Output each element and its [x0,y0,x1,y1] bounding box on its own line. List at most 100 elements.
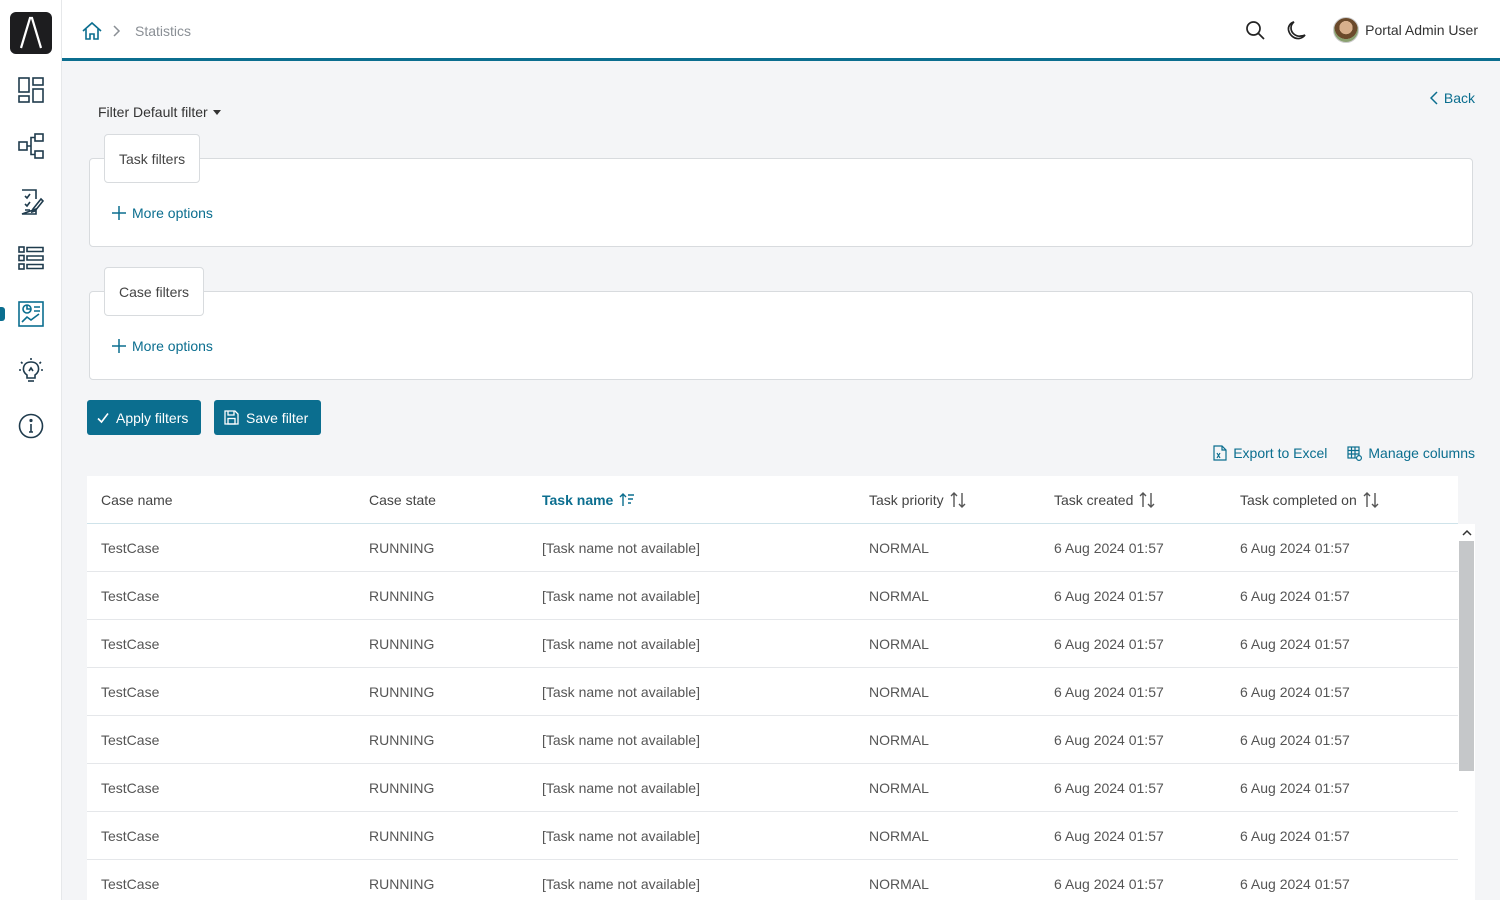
cell-case-name: TestCase [101,588,160,604]
table-row[interactable]: TestCase RUNNING [Task name not availabl… [87,812,1458,860]
header-task-completed[interactable]: Task completed on [1240,476,1379,524]
cell-case-name: TestCase [101,732,160,748]
dark-mode-toggle[interactable] [1285,18,1309,42]
save-filter-label: Save filter [246,409,309,426]
avatar[interactable] [1333,17,1360,43]
lightbulb-icon [19,358,43,382]
search-icon [1246,21,1265,40]
table-row[interactable]: TestCase RUNNING [Task name not availabl… [87,572,1458,620]
apply-filters-button[interactable]: Apply filters [87,400,202,435]
cell-task-created: 6 Aug 2024 01:57 [1054,828,1164,844]
back-link[interactable]: Back [1429,90,1475,106]
sidebar-item-processes[interactable] [0,124,62,168]
check-icon [97,412,109,423]
cell-task-priority: NORMAL [869,636,929,652]
header-task-priority[interactable]: Task priority [869,476,966,524]
cell-task-created: 6 Aug 2024 01:57 [1054,636,1164,652]
sort-icon [1139,492,1155,508]
sidebar-item-cases[interactable] [0,236,62,280]
header-task-name-label: Task name [542,492,614,508]
excel-file-icon [1213,445,1227,461]
sidebar-item-about[interactable] [0,404,62,448]
cell-case-name: TestCase [101,780,160,796]
cell-case-state: RUNNING [369,588,435,604]
header-case-state[interactable]: Case state [369,476,436,524]
top-bar: Statistics Portal Admin User [62,0,1500,61]
sidebar-item-ideas[interactable] [0,348,62,392]
cell-task-name: [Task name not available] [542,828,700,844]
user-name[interactable]: Portal Admin User [1365,22,1478,38]
cell-task-name: [Task name not available] [542,636,700,652]
cell-task-priority: NORMAL [869,684,929,700]
columns-icon [1347,445,1363,461]
cell-task-name: [Task name not available] [542,780,700,796]
cell-task-created: 6 Aug 2024 01:57 [1054,876,1164,892]
cell-task-priority: NORMAL [869,588,929,604]
cell-task-completed: 6 Aug 2024 01:57 [1240,684,1350,700]
manage-columns-button[interactable]: Manage columns [1347,445,1475,461]
cell-task-name: [Task name not available] [542,540,700,556]
cell-task-completed: 6 Aug 2024 01:57 [1240,732,1350,748]
cell-task-name: [Task name not available] [542,588,700,604]
scroll-thumb[interactable] [1459,541,1474,771]
cell-task-completed: 6 Aug 2024 01:57 [1240,588,1350,604]
cell-task-created: 6 Aug 2024 01:57 [1054,540,1164,556]
search-button[interactable] [1243,18,1267,42]
sort-icon [950,492,966,508]
task-more-options-link[interactable]: More options [112,205,213,221]
home-icon[interactable] [81,20,103,42]
save-filter-button[interactable]: Save filter [214,400,322,435]
breadcrumb: Statistics [81,20,191,42]
export-excel-label: Export to Excel [1233,445,1328,461]
cell-task-completed: 6 Aug 2024 01:57 [1240,540,1350,556]
sidebar-item-statistics[interactable] [0,292,62,336]
header-task-created[interactable]: Task created [1054,476,1155,524]
table-row[interactable]: TestCase RUNNING [Task name not availabl… [87,620,1458,668]
manage-columns-label: Manage columns [1368,445,1475,461]
logo[interactable] [10,12,52,54]
apply-filters-label: Apply filters [116,409,189,426]
cell-case-state: RUNNING [369,540,435,556]
case-list-icon [18,246,44,270]
header-task-name[interactable]: Task name [542,476,635,524]
save-icon [224,410,239,425]
plus-icon [112,339,126,353]
cell-case-state: RUNNING [369,828,435,844]
filter-selector[interactable]: Filter Default filter [98,104,222,120]
task-more-options-label: More options [132,205,213,221]
sidebar-item-dashboard[interactable] [0,68,62,112]
cell-case-name: TestCase [101,828,160,844]
header-task-created-label: Task created [1054,492,1134,508]
cell-case-name: TestCase [101,540,160,556]
sidebar-item-tasks[interactable] [0,180,62,224]
table-row[interactable]: TestCase RUNNING [Task name not availabl… [87,716,1458,764]
cell-task-priority: NORMAL [869,780,929,796]
table-row[interactable]: TestCase RUNNING [Task name not availabl… [87,764,1458,812]
table-row[interactable]: TestCase RUNNING [Task name not availabl… [87,668,1458,716]
info-icon [18,413,44,439]
statistics-table: Case name Case state Task name Task prio… [87,476,1458,900]
cell-case-state: RUNNING [369,732,435,748]
logo-icon [19,16,43,49]
cell-case-name: TestCase [101,684,160,700]
header-case-name[interactable]: Case name [101,476,173,524]
sort-ascending-icon [619,493,635,506]
case-more-options-label: More options [132,338,213,354]
breadcrumb-current: Statistics [135,23,192,39]
dashboard-icon [18,77,44,103]
chevron-up-icon [1461,529,1472,536]
cell-task-priority: NORMAL [869,732,929,748]
cell-task-completed: 6 Aug 2024 01:57 [1240,636,1350,652]
back-label: Back [1443,90,1475,106]
chevron-left-icon [1429,91,1438,105]
scroll-up-button[interactable] [1458,524,1475,541]
export-excel-button[interactable]: Export to Excel [1213,445,1327,461]
cell-task-created: 6 Aug 2024 01:57 [1054,732,1164,748]
table-scrollbar[interactable] [1458,524,1475,900]
table-row[interactable]: TestCase RUNNING [Task name not availabl… [87,860,1458,900]
moon-icon [1287,21,1306,40]
cell-case-name: TestCase [101,636,160,652]
table-row[interactable]: TestCase RUNNING [Task name not availabl… [87,524,1458,572]
cell-task-completed: 6 Aug 2024 01:57 [1240,876,1350,892]
case-more-options-link[interactable]: More options [112,338,213,354]
